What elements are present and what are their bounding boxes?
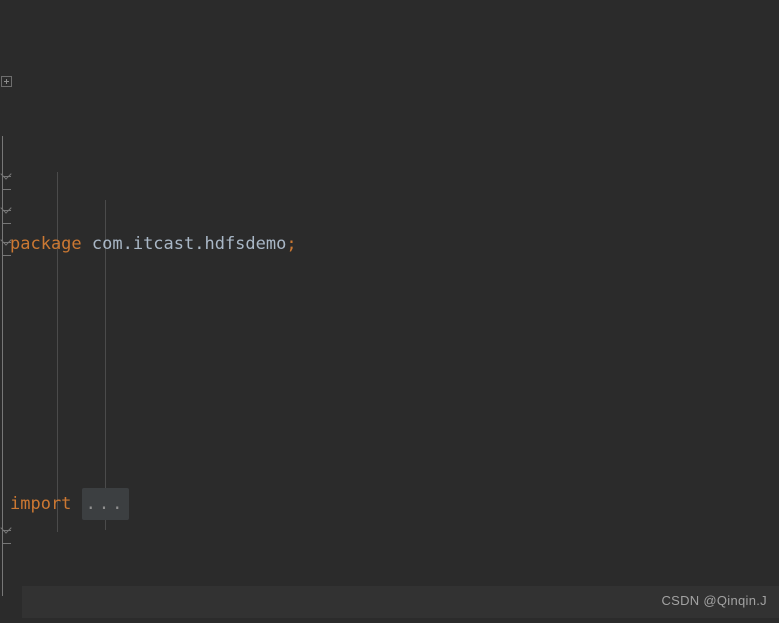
- code-line[interactable]: import ...: [0, 487, 779, 520]
- collapsed-import-placeholder[interactable]: ...: [81, 487, 130, 520]
- code-editor[interactable]: package com.itcast.hdfsdemo; import ... …: [0, 0, 779, 623]
- indent-guide: [57, 172, 58, 532]
- package-name: com.itcast.hdfsdemo: [81, 233, 287, 254]
- code-line[interactable]: package com.itcast.hdfsdemo;: [0, 228, 779, 261]
- code-content[interactable]: package com.itcast.hdfsdemo; import ... …: [0, 0, 779, 623]
- watermark: CSDN @Qinqin.J: [661, 592, 767, 608]
- keyword-package: package: [10, 233, 82, 254]
- keyword-import: import: [10, 493, 72, 514]
- code-line-blank[interactable]: [0, 618, 779, 623]
- code-line-blank[interactable]: [0, 358, 779, 391]
- semicolon: ;: [286, 233, 297, 254]
